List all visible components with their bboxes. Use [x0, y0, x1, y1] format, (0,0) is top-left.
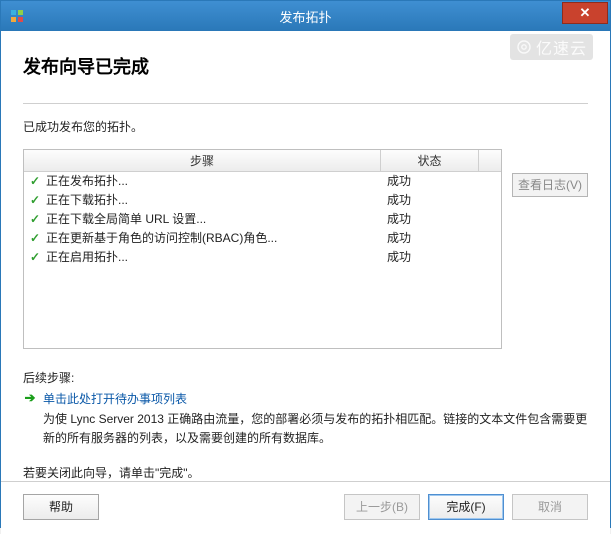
footer-right-group: 上一步(B) 完成(F) 取消 [336, 494, 588, 520]
next-steps-section: 后续步骤: ➔ 单击此处打开待办事项列表 为使 Lync Server 2013… [23, 369, 588, 448]
step-label: 正在下载全局简单 URL 设置... [46, 210, 381, 229]
col-spacer [479, 150, 501, 171]
close-hint: 若要关闭此向导，请单击"完成"。 [23, 464, 588, 481]
step-label: 正在启用拓扑... [46, 248, 381, 267]
back-button: 上一步(B) [344, 494, 420, 520]
page-title: 发布向导已完成 [23, 53, 588, 79]
table-row: ✓ 正在启用拓扑... 成功 [24, 248, 501, 267]
app-icon [9, 8, 25, 24]
check-icon: ✓ [24, 229, 46, 248]
col-header-step[interactable]: 步骤 [24, 150, 381, 171]
step-label: 正在发布拓扑... [46, 172, 381, 191]
check-icon: ✓ [24, 210, 46, 229]
todo-row: ➔ 单击此处打开待办事项列表 [23, 390, 588, 407]
todo-link[interactable]: 单击此处打开待办事项列表 [43, 390, 187, 407]
wizard-window: 发布拓扑 ✕ 亿速云 发布向导已完成 已成功发布您的拓扑。 步骤 状态 [0, 0, 611, 528]
step-status: 成功 [381, 248, 479, 267]
header-area: 发布向导已完成 [1, 31, 610, 99]
titlebar: 发布拓扑 ✕ [1, 1, 610, 31]
steps-table-header: 步骤 状态 [24, 150, 501, 172]
divider [23, 103, 588, 104]
check-icon: ✓ [24, 191, 46, 210]
steps-row: 步骤 状态 ✓ 正在发布拓扑... 成功 ✓ 正在下载拓扑... 成功 [23, 149, 588, 349]
footer: 帮助 上一步(B) 完成(F) 取消 [1, 481, 610, 534]
close-icon: ✕ [580, 5, 591, 21]
step-status: 成功 [381, 172, 479, 191]
cancel-button: 取消 [512, 494, 588, 520]
steps-table: 步骤 状态 ✓ 正在发布拓扑... 成功 ✓ 正在下载拓扑... 成功 [23, 149, 502, 349]
table-row: ✓ 正在发布拓扑... 成功 [24, 172, 501, 191]
help-button[interactable]: 帮助 [23, 494, 99, 520]
content-area: 发布向导已完成 已成功发布您的拓扑。 步骤 状态 ✓ 正在发布拓扑... 成功 [1, 31, 610, 534]
step-status: 成功 [381, 191, 479, 210]
body-area: 已成功发布您的拓扑。 步骤 状态 ✓ 正在发布拓扑... 成功 [1, 118, 610, 481]
finish-button[interactable]: 完成(F) [428, 494, 504, 520]
step-status: 成功 [381, 229, 479, 248]
todo-description: 为使 Lync Server 2013 正确路由流量，您的部署必须与发布的拓扑相… [43, 410, 588, 448]
arrow-icon: ➔ [23, 390, 37, 406]
table-row: ✓ 正在下载拓扑... 成功 [24, 191, 501, 210]
step-label: 正在下载拓扑... [46, 191, 381, 210]
check-icon: ✓ [24, 248, 46, 267]
next-steps-label: 后续步骤: [23, 369, 588, 386]
step-label: 正在更新基于角色的访问控制(RBAC)角色... [46, 229, 381, 248]
check-icon: ✓ [24, 172, 46, 191]
window-close-button[interactable]: ✕ [562, 2, 608, 24]
status-text: 已成功发布您的拓扑。 [23, 118, 588, 135]
table-row: ✓ 正在更新基于角色的访问控制(RBAC)角色... 成功 [24, 229, 501, 248]
view-logs-button[interactable]: 查看日志(V) [512, 173, 588, 197]
window-title: 发布拓扑 [1, 7, 610, 26]
step-status: 成功 [381, 210, 479, 229]
table-row: ✓ 正在下载全局简单 URL 设置... 成功 [24, 210, 501, 229]
col-header-status[interactable]: 状态 [381, 150, 479, 171]
